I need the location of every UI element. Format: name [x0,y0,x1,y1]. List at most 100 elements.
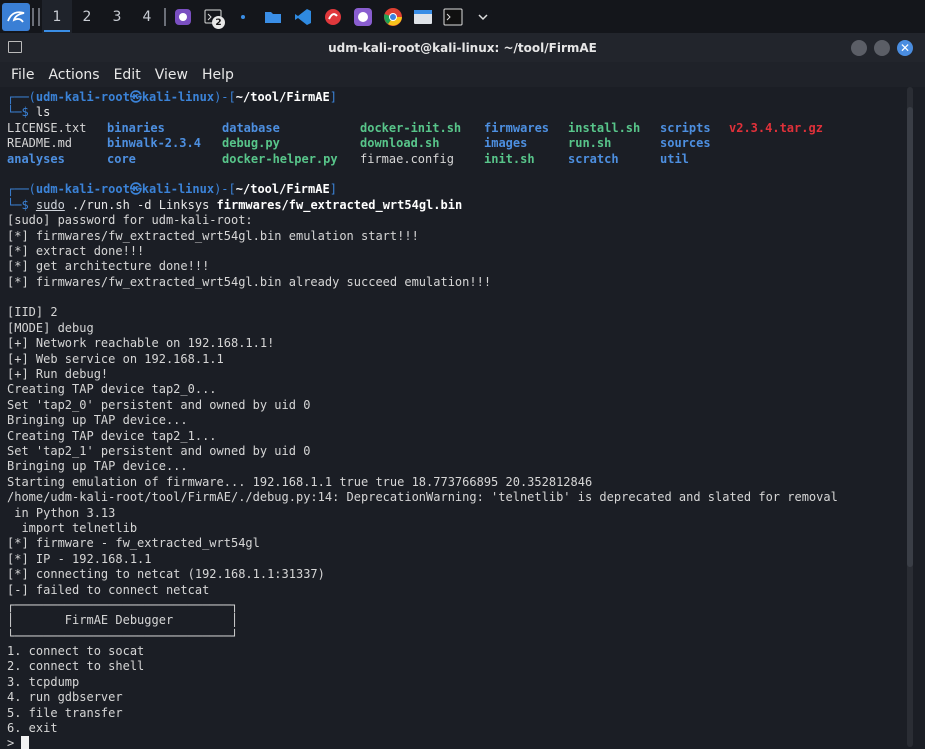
output-text: [*] firmware - fw_extracted_wrt54gl [7,536,260,551]
output-text: Creating TAP device tap2_0... [7,382,217,397]
ls-entry: init.sh [484,151,535,166]
output-line: 3. tcpdump [7,675,902,690]
workspace-2[interactable]: 2 [72,0,102,33]
workspace-1[interactable]: 1 [42,0,72,33]
ls-entry: run.sh [568,136,612,151]
maximize-button[interactable] [874,40,890,56]
ls-entry [729,152,879,167]
ls-entry: v2.3.4.tar.gz [729,120,823,135]
output-line: ┌──────────────────────────────┐ [7,598,902,613]
files-icon[interactable] [408,0,438,33]
terminal-area[interactable]: ┌──(udm-kali-root㉿kali-linux)-[~/tool/Fi… [0,87,925,749]
ls-entry: images [484,136,528,151]
workspace-3[interactable]: 3 [102,0,132,33]
output-text: Bringing up TAP device... [7,413,188,428]
prompt-corner: ┌──( [7,182,36,197]
window-count-badge: 2 [212,16,225,29]
output-text: 2. connect to shell [7,659,145,674]
menu-view[interactable]: View [155,67,188,83]
output-text: Bringing up TAP device... [7,459,188,474]
command-sudo: sudo [35,197,65,212]
terminal-output: ┌──(udm-kali-root㉿kali-linux)-[~/tool/Fi… [7,90,902,749]
output-line: └──────────────────────────────┘ [7,629,902,644]
separator [164,7,166,26]
output-text: [-] failed to connect netcat [7,582,210,597]
output-text: in Python 3.13 [7,505,116,520]
terminal-cursor [21,736,30,749]
output-text: Set 'tap2_1' persistent and owned by uid… [7,443,311,458]
window-titlebar[interactable]: udm-kali-root@kali-linux: ~/tool/FirmAE … [0,33,925,62]
vscode-icon[interactable] [288,0,318,33]
ls-row: analyses core docker-helper.py firmae.confi… [7,152,902,167]
output-line: 6. exit [7,721,902,736]
ls-entry: install.sh [568,120,641,135]
prompt-line-cmd: └─$ sudo ./run.sh -d Linksys firmwares/f… [7,198,902,213]
menu-file[interactable]: File [11,67,34,83]
close-button[interactable]: ✕ [897,40,913,56]
output-line: [*] connecting to netcat (192.168.1.1:31… [7,567,902,582]
ls-entry: sources [660,136,711,151]
github-desktop-icon[interactable] [168,0,198,33]
menu-actions[interactable]: Actions [48,67,99,83]
prompt-line-top: ┌──(udm-kali-root㉿kali-linux)-[~/tool/Fi… [7,182,902,197]
output-text: Creating TAP device tap2_1... [7,428,217,443]
output-line: 1. connect to socat [7,644,902,659]
github-icon[interactable] [348,0,378,33]
output-line: [*] firmwares/fw_extracted_wrt54gl.bin a… [7,275,902,290]
output-line: Bringing up TAP device... [7,413,902,428]
command-file: firmwares/fw_extracted_wrt54gl.bin [216,197,463,212]
command-text: ls [35,105,51,120]
output-text: 3. tcpdump [7,674,80,689]
scroll-thumb[interactable] [907,107,913,567]
output-line: Creating TAP device tap2_1... [7,429,902,444]
burp-icon[interactable] [318,0,348,33]
output-line: 5. file transfer [7,706,902,721]
ls-row: README.md binwalk-2.3.4 debug.py download.s… [7,136,902,151]
ls-entry: binaries [107,120,165,135]
output-line: Set 'tap2_0' persistent and owned by uid… [7,398,902,413]
output-line: 4. run gdbserver [7,690,902,705]
menu-help[interactable]: Help [202,67,234,83]
terminal-icon[interactable]: 2 [198,0,228,33]
output-line: Bringing up TAP device... [7,459,902,474]
chrome-icon[interactable] [378,0,408,33]
output-text: 4. run gdbserver [7,690,123,705]
output-line: > [7,736,902,749]
output-line: [+] Web service on 192.168.1.1 [7,352,902,367]
prompt-line-cmd: └─$ ls [7,105,902,120]
output-line: [*] extract done!!! [7,244,902,259]
output-text: [*] firmwares/fw_extracted_wrt54gl.bin e… [7,228,419,243]
prompt-bracket: ] [329,182,337,197]
menu-bar: File Actions Edit View Help [0,62,925,87]
ls-entry: util [660,151,689,166]
prompt-dollar: └─$ [7,105,36,120]
chevron-down-icon[interactable] [468,0,498,33]
ls-entry: docker-helper.py [222,151,338,166]
output-line: [MODE] debug [7,321,902,336]
workspace-4[interactable]: 4 [132,0,162,33]
ls-entry: firmwares [484,120,550,135]
dot-icon[interactable] [228,0,258,33]
prompt-user-host: udm-kali-root㉿kali-linux [35,182,215,197]
ls-entry: download.sh [360,136,440,151]
output-line: [sudo] password for udm-kali-root: [7,213,902,228]
ls-entry: scratch [568,151,619,166]
output-line: [-] failed to connect netcat [7,583,902,598]
output-text: import telnetlib [7,520,138,535]
prompt-line-top: ┌──(udm-kali-root㉿kali-linux)-[~/tool/Fi… [7,90,902,105]
ls-entry: database [222,120,280,135]
output-line: 2. connect to shell [7,659,902,674]
run-output: [sudo] password for udm-kali-root: [*] fi… [7,213,902,749]
output-line: [*] firmwares/fw_extracted_wrt54gl.bin e… [7,229,902,244]
terminal-small-icon[interactable] [438,0,468,33]
command-args: ./run.sh -d Linksys [64,197,217,212]
output-text: [*] get architecture done!!! [7,259,210,274]
menu-edit[interactable]: Edit [114,67,141,83]
taskbar: 1 2 3 4 2 [0,0,925,33]
scrollbar[interactable] [907,87,913,747]
minimize-button[interactable] [851,40,867,56]
folder-icon[interactable] [258,0,288,33]
kali-menu-icon[interactable] [2,2,30,31]
